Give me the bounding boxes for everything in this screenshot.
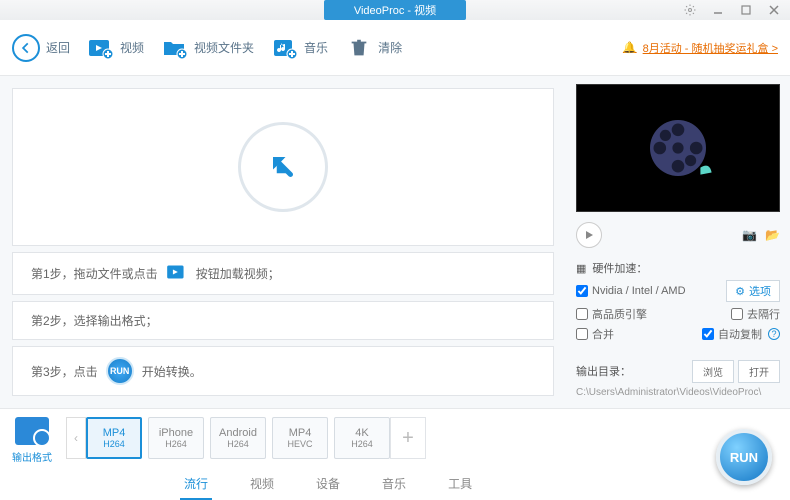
tab-1[interactable]: 视频 bbox=[246, 469, 278, 500]
gear-icon: ⚙ bbox=[735, 285, 745, 298]
bottom-bar: 输出格式 ‹ MP4H264iPhoneH264AndroidH264MP4HE… bbox=[0, 408, 790, 500]
video-label: 视频 bbox=[120, 39, 144, 56]
add-video-button[interactable]: 视频 bbox=[88, 37, 144, 59]
hq-engine-checkbox[interactable]: 高品质引擎 bbox=[576, 306, 647, 322]
help-icon[interactable]: ? bbox=[768, 328, 780, 340]
step1-text-b: 按钮加载视频； bbox=[196, 265, 280, 282]
step1-text-a: 第1步，拖动文件或点击 bbox=[31, 265, 158, 282]
format-card-mp4-hevc[interactable]: MP4HEVC bbox=[272, 417, 328, 459]
left-panel: 第1步，拖动文件或点击 按钮加载视频； 第2步，选择输出格式； 第3步，点击 R… bbox=[0, 76, 566, 408]
bell-icon: 🔔 bbox=[623, 41, 637, 54]
back-label: 返回 bbox=[46, 39, 70, 56]
play-button[interactable] bbox=[576, 222, 602, 248]
merge-checkbox[interactable]: 合并 bbox=[576, 326, 614, 342]
output-format-button[interactable]: 输出格式 bbox=[12, 417, 52, 464]
main-area: 第1步，拖动文件或点击 按钮加载视频； 第2步，选择输出格式； 第3步，点击 R… bbox=[0, 76, 790, 408]
music-icon bbox=[272, 37, 298, 59]
options-button[interactable]: ⚙选项 bbox=[726, 280, 780, 302]
video-icon bbox=[88, 37, 114, 59]
hw-accel-section: ▦ 硬件加速： Nvidia / Intel / AMD ⚙选项 高品质引擎 去隔… bbox=[576, 260, 780, 346]
clear-button[interactable]: 清除 bbox=[346, 37, 402, 59]
autocopy-checkbox[interactable]: 自动复制? bbox=[702, 326, 780, 342]
format-list: MP4H264iPhoneH264AndroidH264MP4HEVC4KH26… bbox=[86, 417, 390, 459]
snapshot-icon[interactable]: 📷 bbox=[742, 228, 757, 242]
music-label: 音乐 bbox=[304, 39, 328, 56]
step-2: 第2步，选择输出格式； bbox=[12, 301, 554, 340]
video-folder-label: 视频文件夹 bbox=[194, 39, 254, 56]
open-button[interactable]: 打开 bbox=[738, 360, 780, 383]
step2-text: 第2步，选择输出格式； bbox=[31, 312, 158, 329]
promo-link[interactable]: 🔔 8月活动 - 随机抽奖运礼盒 > bbox=[623, 40, 778, 56]
settings-gear-icon[interactable] bbox=[680, 1, 700, 19]
deinterlace-checkbox[interactable]: 去隔行 bbox=[731, 306, 780, 322]
tab-4[interactable]: 工具 bbox=[444, 469, 476, 500]
step-3: 第3步，点击 RUN 开始转换。 bbox=[12, 346, 554, 396]
tab-2[interactable]: 设备 bbox=[312, 469, 344, 500]
tab-3[interactable]: 音乐 bbox=[378, 469, 410, 500]
toolbar: 返回 视频 视频文件夹 音乐 清除 🔔 8月活动 - 随机抽奖运礼盒 > bbox=[0, 20, 790, 76]
drop-circle bbox=[238, 122, 328, 212]
hw-title: 硬件加速： bbox=[592, 260, 647, 276]
output-format-label: 输出格式 bbox=[12, 449, 52, 464]
outdir-label: 输出目录： bbox=[576, 363, 631, 379]
output-format-icon bbox=[15, 417, 49, 445]
run-pill-icon: RUN bbox=[106, 357, 134, 385]
output-dir-section: 输出目录： 浏览 打开 C:\Users\Administrator\Video… bbox=[576, 358, 780, 398]
add-video-folder-button[interactable]: 视频文件夹 bbox=[162, 37, 254, 59]
format-tabs: 流行 视频 设备 音乐 工具 bbox=[180, 469, 476, 500]
outdir-path: C:\Users\Administrator\Videos\VideoProc\ bbox=[576, 387, 780, 398]
add-format-button[interactable]: + bbox=[390, 417, 426, 459]
video-small-icon bbox=[166, 263, 188, 284]
maximize-button[interactable] bbox=[736, 1, 756, 19]
folder-icon bbox=[162, 37, 188, 59]
step3-text-a: 第3步，点击 bbox=[31, 363, 98, 380]
format-card-mp4-h264[interactable]: MP4H264 bbox=[86, 417, 142, 459]
run-button[interactable]: RUN bbox=[716, 429, 772, 485]
format-card-android-h264[interactable]: AndroidH264 bbox=[210, 417, 266, 459]
tab-0[interactable]: 流行 bbox=[180, 469, 212, 500]
format-prev-arrow[interactable]: ‹ bbox=[66, 417, 86, 459]
clear-label: 清除 bbox=[378, 39, 402, 56]
open-folder-icon[interactable]: 📂 bbox=[765, 228, 780, 242]
chip-icon: ▦ bbox=[576, 262, 586, 275]
preview-controls: 📷 📂 bbox=[576, 218, 780, 252]
film-reel-icon bbox=[643, 113, 713, 183]
format-card-4k-h264[interactable]: 4KH264 bbox=[334, 417, 390, 459]
dropzone[interactable] bbox=[12, 88, 554, 246]
hw-main-checkbox[interactable]: Nvidia / Intel / AMD bbox=[576, 285, 686, 297]
minimize-button[interactable] bbox=[708, 1, 728, 19]
titlebar: VideoProc - 视频 bbox=[0, 0, 790, 20]
browse-button[interactable]: 浏览 bbox=[692, 360, 734, 383]
back-button[interactable]: 返回 bbox=[12, 34, 70, 62]
step-1: 第1步，拖动文件或点击 按钮加载视频； bbox=[12, 252, 554, 295]
add-music-button[interactable]: 音乐 bbox=[272, 37, 328, 59]
preview-area bbox=[576, 84, 780, 212]
format-card-iphone-h264[interactable]: iPhoneH264 bbox=[148, 417, 204, 459]
promo-text: 8月活动 - 随机抽奖运礼盒 > bbox=[643, 40, 778, 56]
right-panel: 📷 📂 ▦ 硬件加速： Nvidia / Intel / AMD ⚙选项 高品质引… bbox=[566, 76, 790, 408]
window-title: VideoProc - 视频 bbox=[324, 0, 466, 20]
step3-text-b: 开始转换。 bbox=[142, 363, 202, 380]
trash-icon bbox=[346, 37, 372, 59]
close-button[interactable] bbox=[764, 1, 784, 19]
